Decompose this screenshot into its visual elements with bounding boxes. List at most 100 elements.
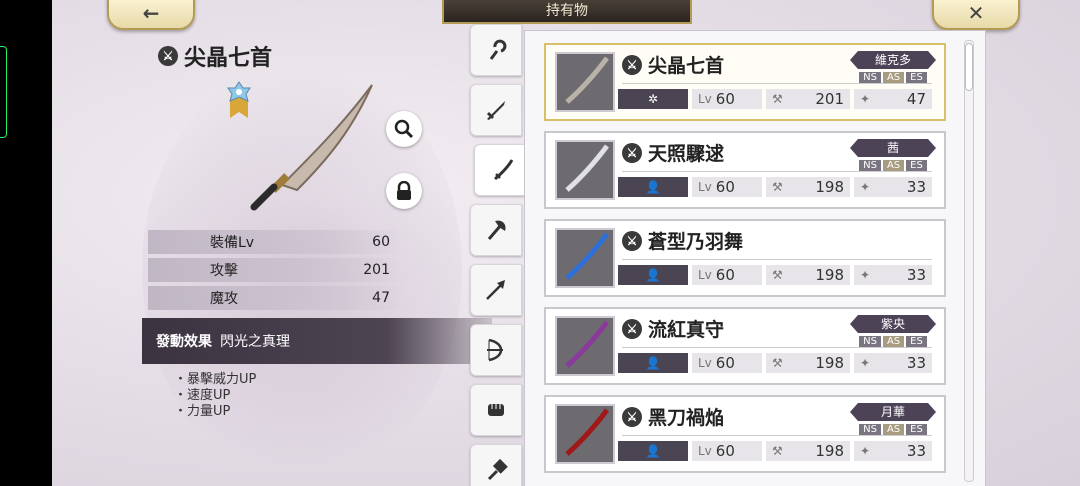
blade-image (565, 320, 609, 368)
blade-shape (565, 232, 609, 280)
hammer-icon (487, 458, 508, 481)
weapon-thumbnail (555, 52, 615, 112)
tab-hammer[interactable] (470, 444, 522, 486)
bow-icon (487, 338, 503, 362)
divider (622, 83, 932, 84)
magic-value: 33 (906, 442, 926, 460)
close-button[interactable]: ✕ (932, 0, 1020, 30)
magic-value: 33 (906, 178, 926, 196)
stat-label: 魔攻 (210, 291, 238, 307)
tab-bow[interactable] (470, 324, 522, 376)
stat-label: 攻擊 (210, 263, 238, 279)
effect-name: 閃光之真理 (220, 334, 290, 350)
weapon-thumbnail (555, 316, 615, 376)
magic-cell: ✦ 33 (854, 441, 932, 461)
attack-value: 198 (815, 442, 844, 460)
attack-cell: ⚒ 201 (766, 89, 850, 109)
page-title: 持有物 (442, 0, 692, 24)
sword-icon (486, 101, 505, 120)
effect-item: ・暴擊威力UP (174, 372, 257, 387)
level-cell: Lv 60 (692, 353, 762, 373)
blade-image (565, 408, 609, 456)
divider (622, 259, 932, 260)
level-value: 60 (715, 90, 735, 108)
owner-name: 月華 (850, 403, 936, 421)
list-item[interactable]: ⚔ 蒼型乃羽舞 👤 Lv 60 ⚒ 198 ✦ 33 (544, 219, 946, 297)
effect-bar: 發動效果 閃光之真理 (142, 318, 492, 364)
list-item[interactable]: ⚔ 流紅真守 紫央 NS AS ES 👤 Lv 60 ⚒ 198 ✦ 33 (544, 307, 946, 385)
lv-label: Lv (698, 92, 712, 106)
item-stats: 👤 Lv 60 ⚒ 198 ✦ 33 (618, 264, 936, 286)
sword-stat-icon: ⚒ (772, 180, 783, 194)
item-title: ⚔ 尖晶七首 (622, 51, 724, 78)
spear-icon (486, 280, 505, 300)
back-button[interactable]: ← (107, 0, 195, 30)
item-stats: ✲ Lv 60 ⚒ 201 ✦ 47 (618, 88, 936, 110)
magnify-button[interactable] (386, 111, 422, 147)
tab-axe[interactable] (470, 204, 522, 256)
axe-icon (487, 220, 506, 240)
stat-value: 47 (372, 290, 390, 306)
stat-row: 攻擊 201 (148, 258, 404, 282)
left-edge (0, 0, 52, 486)
weapon-list[interactable]: ⚔ 尖晶七首 維克多 NS AS ES ✲ Lv 60 ⚒ 201 ✦ 47 ⚔ 天照驟逑 茜… (524, 30, 986, 486)
inventory-screen: ← 持有物 ✕ ⚔ 尖晶七首 裝備Lv 60 攻擊 201 魔攻 47 發動效果 閃光… (52, 0, 1080, 486)
magic-value: 47 (906, 90, 926, 108)
weapon-category-tabs (470, 24, 532, 486)
level-value: 60 (715, 266, 735, 284)
sword-type-icon: ⚔ (622, 142, 642, 163)
sword-stat-icon: ⚒ (772, 356, 783, 370)
owner-badge: 紫央 NS AS ES (850, 315, 936, 349)
staff-stat-icon: ✦ (860, 92, 871, 106)
lock-button[interactable] (386, 173, 422, 209)
staff-stat-icon: ✦ (860, 444, 871, 458)
top-bar: ← 持有物 ✕ (52, 0, 1080, 30)
level-value: 60 (715, 354, 735, 372)
blade-image (565, 56, 609, 104)
character-slot: 👤 (618, 441, 688, 461)
item-name: 天照驟逑 (648, 143, 725, 165)
effect-item: ・速度UP (174, 388, 231, 403)
blade-image (565, 144, 609, 192)
sword-type-icon: ⚔ (158, 46, 178, 66)
stat-row: 魔攻 47 (148, 286, 404, 310)
tab-staff[interactable] (470, 24, 522, 76)
edge-tab[interactable] (0, 46, 7, 138)
list-item[interactable]: ⚔ 天照驟逑 茜 NS AS ES 👤 Lv 60 ⚒ 198 ✦ 33 (544, 131, 946, 209)
tab-spear[interactable] (470, 264, 522, 316)
sword-type-icon: ⚔ (622, 318, 642, 339)
character-slot: 👤 (618, 177, 688, 197)
weapon-thumbnail (555, 404, 615, 464)
level-value: 60 (715, 178, 735, 196)
list-item[interactable]: ⚔ 黑刀禍焔 月華 NS AS ES 👤 Lv 60 ⚒ 198 ✦ 33 (544, 395, 946, 473)
item-title: ⚔ 黑刀禍焔 (622, 403, 724, 430)
sword-stat-icon: ⚒ (772, 444, 783, 458)
level-cell: Lv 60 (692, 89, 762, 109)
character-slot: 👤 (618, 265, 688, 285)
effect-label: 發動效果 (156, 334, 212, 350)
scroll-thumb[interactable] (965, 43, 973, 91)
lv-label: Lv (698, 356, 712, 370)
item-stats: 👤 Lv 60 ⚒ 198 ✦ 33 (618, 352, 936, 374)
staff-stat-icon: ✦ (860, 356, 871, 370)
selected-weapon-title: 尖晶七首 (184, 45, 273, 71)
tab-sword[interactable] (470, 84, 522, 136)
blade-image (565, 232, 609, 280)
list-scrollbar[interactable] (964, 40, 974, 482)
list-item[interactable]: ⚔ 尖晶七首 維克多 NS AS ES ✲ Lv 60 ⚒ 201 ✦ 47 (544, 43, 946, 121)
level-value: 60 (715, 442, 735, 460)
attack-cell: ⚒ 198 (766, 265, 850, 285)
blade-shape (565, 408, 609, 456)
weapon-thumbnail (555, 228, 615, 288)
stat-value: 201 (363, 262, 390, 278)
owner-badge: 月華 NS AS ES (850, 403, 936, 437)
magnify-icon (394, 119, 414, 139)
attack-value: 201 (815, 90, 844, 108)
weapon-artwork (250, 84, 373, 211)
tab-fist[interactable] (470, 384, 522, 436)
skill-slot: ✲ (618, 89, 688, 109)
attack-value: 198 (815, 354, 844, 372)
blade-shape (565, 144, 609, 192)
divider (622, 171, 932, 172)
magic-value: 33 (906, 354, 926, 372)
